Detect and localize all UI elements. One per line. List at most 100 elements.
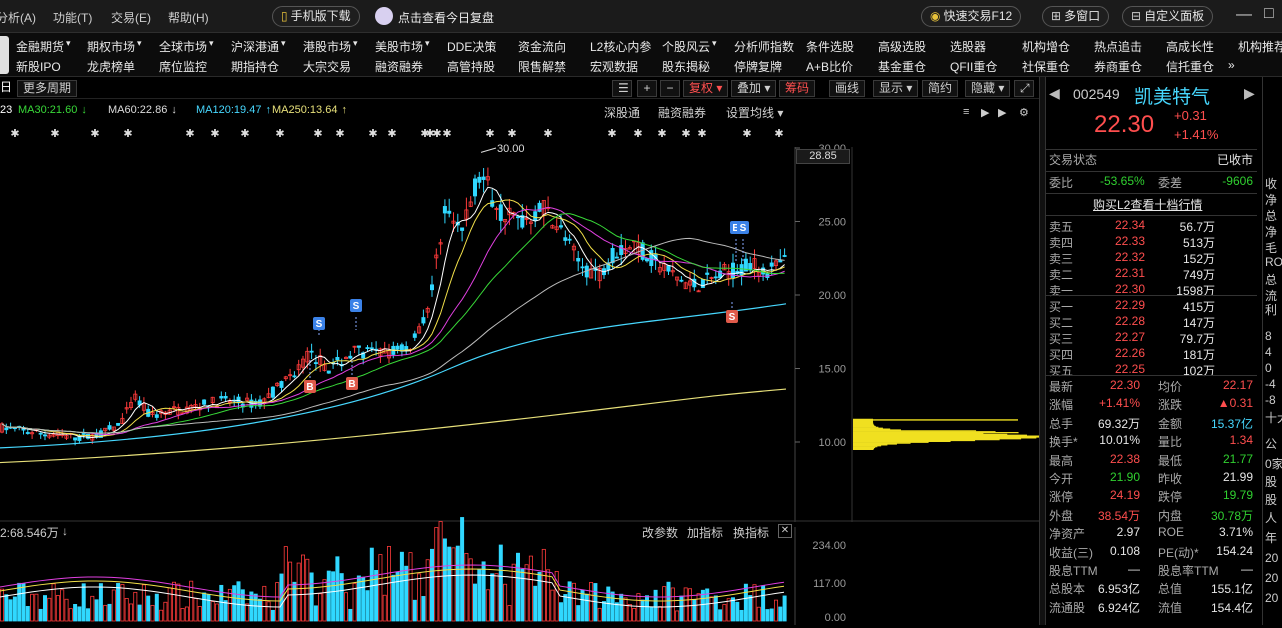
nav-item-row2-11[interactable]: 停牌复牌 <box>734 58 782 75</box>
order-book-row[interactable]: 卖二 22.31 749万 <box>1046 266 1257 282</box>
zoom-out-icon[interactable]: − <box>660 80 680 97</box>
nav-item-4[interactable]: 沪深港通 <box>231 38 279 55</box>
volume-bar <box>563 594 568 622</box>
order-book-row[interactable]: 买四 22.26 181万 <box>1046 346 1257 362</box>
nav-item-row2-14[interactable]: QFII重仓 <box>950 58 997 75</box>
order-book-row[interactable]: 卖四 22.33 513万 <box>1046 234 1257 250</box>
news-star-icon: ✱ <box>90 128 99 140</box>
hide-button[interactable]: 隐藏 ▾ <box>965 80 1011 97</box>
order-book-row[interactable]: 买一 22.29 415万 <box>1046 298 1257 314</box>
chip-button[interactable]: 筹码 <box>779 80 816 97</box>
l2-link[interactable]: 购买L2查看十档行情 <box>1093 196 1202 213</box>
chip-arrow-icon-1[interactable]: ▶ <box>981 106 989 119</box>
nav-item-8[interactable]: 资金流向 <box>518 38 566 55</box>
nav-item-15[interactable]: 机构增仓 <box>1022 38 1070 55</box>
overlay-button[interactable]: 叠加 ▾ <box>731 80 777 97</box>
margin-tag[interactable]: 融资融券 <box>658 106 706 123</box>
mobile-download-button[interactable]: ▯ 手机版下载 <box>272 6 360 27</box>
display-button[interactable]: 显示 ▾ <box>873 80 919 97</box>
nav-item-row2-10[interactable]: 股东揭秘 <box>662 58 710 75</box>
maximize-icon[interactable]: □ <box>1264 5 1274 23</box>
order-book-row[interactable]: 买三 22.27 79.7万 <box>1046 330 1257 346</box>
more-periods-button[interactable]: 更多周期 <box>17 80 78 97</box>
stat-value: 22.30 <box>1109 378 1140 392</box>
nav-item-row2-17[interactable]: 信托重仓 <box>1166 58 1214 75</box>
menu-function[interactable]: 功能(T) <box>53 9 92 26</box>
nav-item-row2-16[interactable]: 券商重仓 <box>1094 58 1142 75</box>
order-book-row[interactable]: 卖三 22.32 152万 <box>1046 250 1257 266</box>
nav-item-row2-1[interactable]: 新股IPO <box>16 58 61 75</box>
chip-arrow-icon-2[interactable]: ▶ <box>998 106 1006 119</box>
close-indicator-icon[interactable]: ✕ <box>778 524 792 538</box>
multi-window-button[interactable]: ⊞ 多窗口 <box>1042 6 1110 27</box>
nav-item-row2-15[interactable]: 社保重仓 <box>1022 58 1070 75</box>
sidebar-toggle[interactable] <box>0 36 9 74</box>
nav-item-9[interactable]: L2核心内参 <box>590 38 651 55</box>
nav-item-row2-18[interactable]: » <box>1228 58 1235 72</box>
nav-item-16[interactable]: 热点追击 <box>1094 38 1142 55</box>
fullscreen-icon[interactable]: ⤢ <box>1014 80 1034 97</box>
volume-bar <box>90 595 95 622</box>
prev-stock-icon[interactable]: ◀ <box>1049 85 1060 102</box>
simple-button[interactable]: 简约 <box>922 80 959 97</box>
volume-bar <box>472 583 477 622</box>
dropdown-arrow-icon: ▾ <box>425 38 430 48</box>
kline-chart-area[interactable]: 30.00 25.00 20.00 15.00 10.00 234.00 117.00 0.0… <box>0 77 1043 625</box>
nav-item-17[interactable]: 高成长性 <box>1166 38 1214 55</box>
nav-item-row2-7[interactable]: 高管持股 <box>447 58 495 75</box>
kline-chart-svg[interactable]: 30.00 25.00 20.00 15.00 10.00 234.00 117.00 0.0… <box>0 77 1043 625</box>
stat-row: 净资产 2.97 ROE 3.71% <box>1046 525 1257 543</box>
nav-item-1[interactable]: 金融期货 <box>16 38 64 55</box>
news-star-icon: ✱ <box>774 128 783 140</box>
order-book-row[interactable]: 卖五 22.34 56.7万 <box>1046 218 1257 234</box>
nav-item-row2-3[interactable]: 席位监控 <box>159 58 207 75</box>
nav-item-5[interactable]: 港股市场 <box>303 38 351 55</box>
nav-item-6[interactable]: 美股市场 <box>375 38 423 55</box>
ma-legend-item: MA60:22.86 ↓ <box>108 104 177 116</box>
edit-params-button[interactable]: 改参数 <box>642 524 678 541</box>
volume-bar <box>202 592 207 622</box>
nav-item-18[interactable]: 机构推荐 <box>1238 38 1282 55</box>
period-day[interactable]: 日 <box>0 80 12 97</box>
nav-item-row2-8[interactable]: 限售解禁 <box>518 58 566 75</box>
zoom-in-icon[interactable]: + <box>637 80 657 97</box>
nav-item-row2-4[interactable]: 期指持仓 <box>231 58 279 75</box>
nav-item-row2-13[interactable]: 基金重仓 <box>878 58 926 75</box>
nav-item-2[interactable]: 期权市场 <box>87 38 135 55</box>
volume-bar <box>464 553 469 622</box>
chip-gear-icon[interactable]: ⚙ <box>1019 106 1029 119</box>
deep-link-tag[interactable]: 深股通 <box>604 106 640 123</box>
nav-item-row2-5[interactable]: 大宗交易 <box>303 58 351 75</box>
nav-item-row2-9[interactable]: 宏观数据 <box>590 58 638 75</box>
chip-list-icon[interactable]: ≡ <box>963 106 969 118</box>
nav-item-10[interactable]: 个股风云 <box>662 38 710 55</box>
order-book-row[interactable]: 买二 22.28 147万 <box>1046 314 1257 330</box>
nav-item-14[interactable]: 选股器 <box>950 38 986 55</box>
nav-item-row2-6[interactable]: 融资融券 <box>375 58 423 75</box>
draw-button[interactable]: 画线 <box>829 80 866 97</box>
next-stock-icon[interactable]: ▶ <box>1244 85 1255 102</box>
ma-settings[interactable]: 设置均线 ▾ <box>726 106 783 123</box>
custom-panel-button[interactable]: ⊟ 自定义面板 <box>1122 6 1214 27</box>
adjust-button[interactable]: 复权 ▾ <box>683 80 729 97</box>
review-link[interactable]: 点击查看今日复盘 <box>398 9 494 26</box>
chart-menu-icon[interactable]: ☰ <box>612 80 632 97</box>
switch-indicator-button[interactable]: 换指标 <box>733 524 769 541</box>
nav-item-13[interactable]: 高级选股 <box>878 38 926 55</box>
nav-item-3[interactable]: 全球市场 <box>159 38 207 55</box>
add-indicator-button[interactable]: 加指标 <box>687 524 723 541</box>
minimize-icon[interactable]: — <box>1236 6 1252 24</box>
menu-analysis[interactable]: 分析(A) <box>0 9 36 26</box>
ma-trend-arrow: ↑ <box>341 104 347 116</box>
quick-trade-button[interactable]: ◉ 快速交易F12 <box>921 6 1022 27</box>
nav-item-row2-2[interactable]: 龙虎榜单 <box>87 58 135 75</box>
menu-trade[interactable]: 交易(E) <box>111 9 151 26</box>
nav-item-11[interactable]: 分析师指数 <box>734 38 794 55</box>
nav-item-12[interactable]: 条件选股 <box>806 38 854 55</box>
nav-item-row2-12[interactable]: A+B比价 <box>806 58 853 75</box>
menu-help[interactable]: 帮助(H) <box>168 9 209 26</box>
volume-bar <box>227 588 232 622</box>
candle-body <box>472 178 477 197</box>
nav-item-7[interactable]: DDE决策 <box>447 38 496 55</box>
volume-bar <box>507 605 512 622</box>
